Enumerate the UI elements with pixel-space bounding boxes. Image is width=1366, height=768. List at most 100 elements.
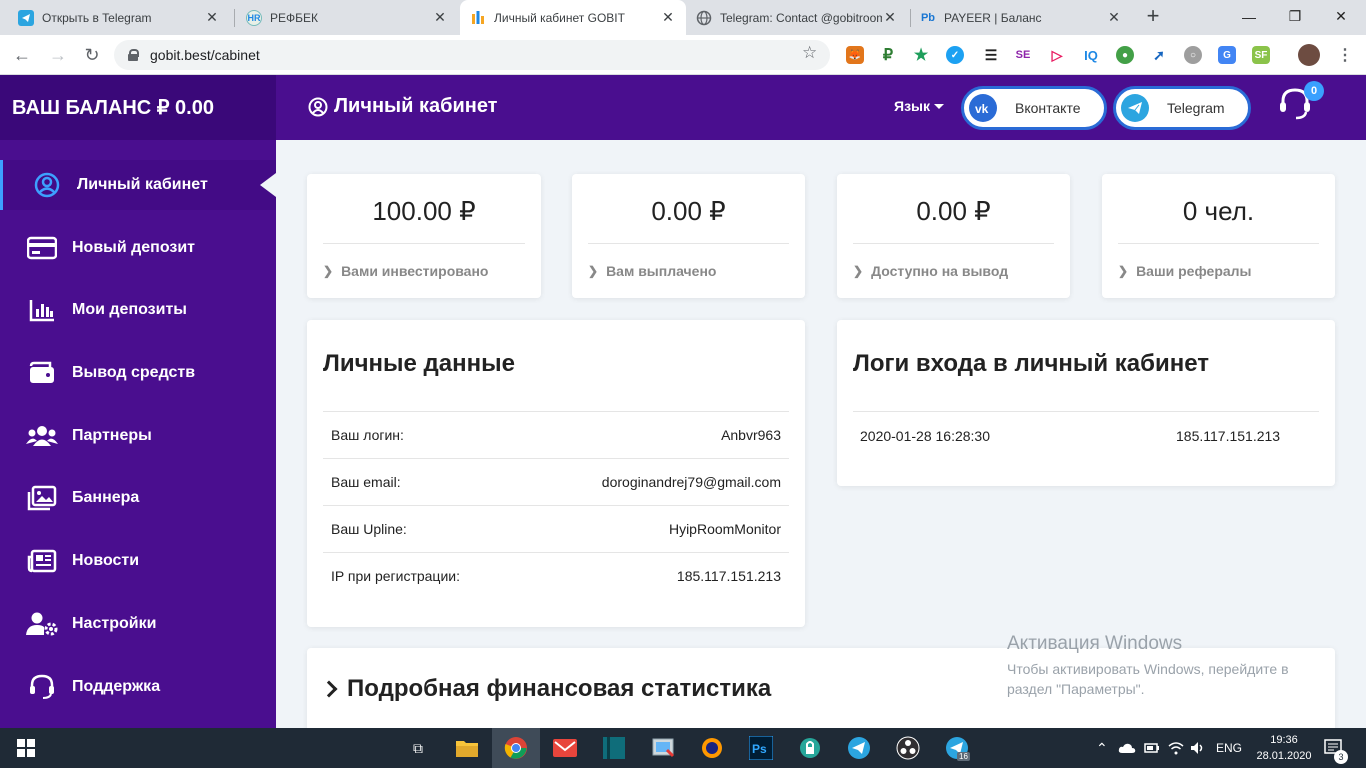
tab-telegram-contact[interactable]: Telegram: Contact @gobitroom ✕	[686, 0, 908, 35]
app-orange-icon[interactable]	[698, 734, 726, 762]
log-ip: 185.117.151.213	[1176, 428, 1281, 444]
se-extension-icon[interactable]: SE	[1014, 46, 1032, 64]
sf-extension-icon[interactable]: SF	[1252, 46, 1270, 64]
chevron-right-icon	[320, 680, 338, 698]
restore-button[interactable]: ❐	[1272, 0, 1318, 33]
app-icon[interactable]	[600, 734, 628, 762]
user-circle-icon	[31, 169, 63, 201]
stat-label: Доступно на вывод	[871, 263, 1009, 279]
sidebar-item-news[interactable]: Новости	[0, 536, 276, 586]
windows-start-icon[interactable]	[12, 734, 40, 762]
ruble-extension-icon[interactable]: ₽	[879, 46, 897, 64]
sidebar-item-settings[interactable]: Настройки	[0, 599, 276, 649]
forward-button[interactable]: →	[46, 43, 70, 67]
obs-icon[interactable]	[894, 734, 922, 762]
battery-icon[interactable]	[1144, 728, 1160, 768]
tab-telegram-open[interactable]: Открыть в Telegram ✕	[8, 0, 230, 35]
vpn-icon[interactable]	[796, 734, 824, 762]
mail-icon[interactable]	[551, 734, 579, 762]
reload-button[interactable]: ↻	[80, 43, 104, 67]
balance-header: ВАШ БАЛАНС ₽ 0.00	[0, 75, 276, 140]
back-button[interactable]: ←	[10, 43, 34, 67]
support-button[interactable]: 0	[1278, 81, 1324, 123]
bookmark-star-icon[interactable]: ☆	[802, 43, 817, 63]
telegram-icon[interactable]: 16	[943, 734, 971, 762]
close-tab-icon[interactable]: ✕	[882, 9, 898, 26]
chevron-up-icon[interactable]: ⌃	[1096, 728, 1108, 768]
card-title: Личные данные	[323, 350, 515, 377]
globe-icon	[696, 10, 712, 26]
tab-payeer[interactable]: Pb PAYEER | Баланс ✕	[910, 0, 1132, 35]
circle-extension-icon[interactable]: ○	[1184, 46, 1202, 64]
volume-icon[interactable]	[1190, 728, 1206, 768]
table-row: Ваш email: doroginandrej79@gmail.com	[323, 458, 789, 505]
metamask-extension-icon[interactable]: 🦊	[846, 46, 864, 64]
notification-count-badge: 3	[1334, 750, 1348, 764]
telegram-button[interactable]: Telegram	[1113, 86, 1251, 130]
iq-extension-icon[interactable]: IQ	[1082, 46, 1100, 64]
row-label: Ваш Upline:	[331, 521, 407, 537]
menu-dots-icon[interactable]: ⋮	[1336, 46, 1354, 64]
stat-link[interactable]: ❯ Вам выплачено	[588, 263, 716, 279]
translate-extension-icon[interactable]: G	[1218, 46, 1236, 64]
clock-time: 19:36	[1270, 734, 1298, 746]
wifi-icon[interactable]	[1168, 728, 1184, 768]
finance-title[interactable]: Подробная финансовая статистика	[320, 675, 771, 703]
close-tab-icon[interactable]: ✕	[432, 9, 448, 26]
sidebar-item-partners[interactable]: Партнеры	[0, 411, 276, 461]
table-row: IP при регистрации: 185.117.151.213	[323, 552, 789, 599]
sidebar-item-banners[interactable]: Баннера	[0, 473, 276, 523]
stat-link[interactable]: ❯ Ваши рефералы	[1118, 263, 1252, 279]
play-extension-icon[interactable]: ▷	[1048, 46, 1066, 64]
new-tab-button[interactable]: +	[1142, 5, 1164, 28]
sidebar-item-withdraw[interactable]: Вывод средств	[0, 348, 276, 398]
language-dropdown[interactable]: Язык	[894, 98, 944, 114]
sidebar-item-label: Партнеры	[72, 427, 152, 444]
close-tab-icon[interactable]: ✕	[204, 9, 220, 26]
telegram-icon[interactable]	[845, 734, 873, 762]
close-tab-icon[interactable]: ✕	[1106, 9, 1122, 26]
badge-extension-icon[interactable]: ●	[1116, 46, 1134, 64]
sidebar-item-new-deposit[interactable]: Новый депозит	[0, 223, 276, 273]
task-view-icon[interactable]: ⧉	[404, 734, 432, 762]
screenshot-app-icon[interactable]	[649, 734, 677, 762]
divider	[323, 243, 525, 244]
photoshop-icon[interactable]: Ps	[747, 734, 775, 762]
clock-date: 28.01.2020	[1256, 750, 1312, 762]
page-title-text: Личный кабинет	[334, 95, 498, 117]
chevron-right-icon: ❯	[323, 264, 334, 278]
sidebar-item-my-deposits[interactable]: Мои депозиты	[0, 285, 276, 335]
stat-value: 0 чел.	[1182, 196, 1255, 226]
star-extension-icon[interactable]: ★	[912, 46, 930, 64]
sidebar-item-label: Новости	[72, 552, 140, 569]
stat-card-available: 0.00 ₽ ❯ Доступно на вывод	[837, 174, 1070, 298]
menu-extension-icon[interactable]: ☰	[982, 46, 1000, 64]
stat-link[interactable]: ❯ Доступно на вывод	[853, 263, 1008, 279]
system-clock[interactable]: 19:36 28.01.2020	[1252, 732, 1316, 764]
sidebar: ВАШ БАЛАНС ₽ 0.00 Личный кабинет Новый д…	[0, 75, 276, 728]
language-indicator[interactable]: ENG	[1216, 728, 1242, 768]
notification-center-icon[interactable]: 3	[1324, 728, 1348, 768]
arrow-extension-icon[interactable]: ➚	[1150, 46, 1168, 64]
onedrive-icon[interactable]	[1118, 728, 1136, 768]
address-bar[interactable]: gobit.best/cabinet	[114, 40, 830, 70]
stat-card-referrals: 0 чел. ❯ Ваши рефералы	[1102, 174, 1335, 298]
tab-refbek[interactable]: HR РЕФБЕК ✕	[236, 0, 458, 35]
stat-link[interactable]: ❯ Вами инвестировано	[323, 263, 488, 279]
minimize-button[interactable]: —	[1226, 0, 1272, 33]
tab-gobit[interactable]: Личный кабинет GOBIT ✕	[460, 0, 686, 35]
file-explorer-icon[interactable]	[453, 734, 481, 762]
close-window-button[interactable]: ✕	[1318, 0, 1364, 33]
sidebar-item-label: Поддержка	[72, 678, 161, 695]
row-value: 185.117.151.213	[676, 568, 781, 584]
support-badge: 0	[1304, 81, 1324, 101]
sidebar-item-support[interactable]: Поддержка	[0, 662, 276, 712]
check-extension-icon[interactable]: ✓	[946, 46, 964, 64]
watermark-title: Активация Windows	[1007, 633, 1183, 654]
avatar[interactable]	[1298, 44, 1320, 66]
vk-button[interactable]: vk Вконтакте	[961, 86, 1107, 130]
sidebar-item-cabinet[interactable]: Личный кабинет	[0, 160, 276, 210]
stat-value: 0.00 ₽	[916, 196, 991, 226]
chrome-icon[interactable]	[492, 728, 540, 768]
close-tab-icon[interactable]: ✕	[660, 9, 676, 26]
